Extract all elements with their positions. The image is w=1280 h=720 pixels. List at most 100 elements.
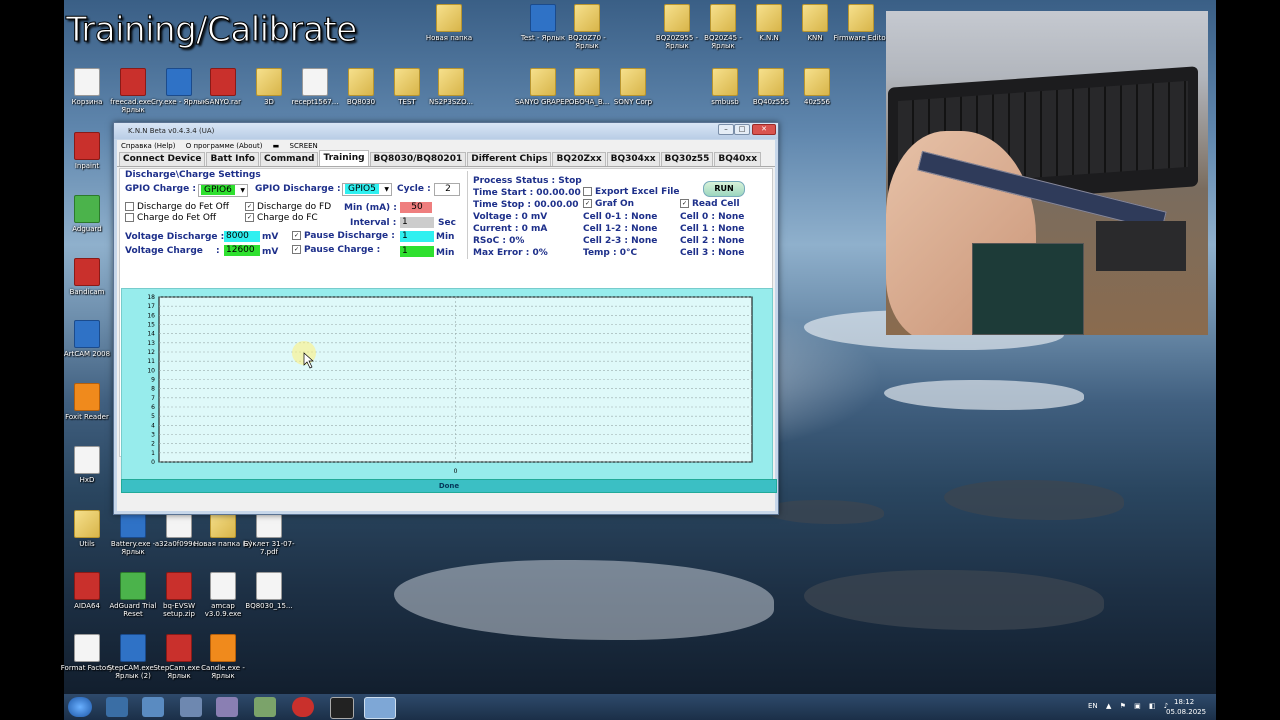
settings-title: Discharge\Charge Settings bbox=[125, 170, 261, 180]
export-excel-checkbox[interactable]: Export Excel File bbox=[583, 187, 680, 197]
taskbar-app-cube[interactable] bbox=[142, 697, 164, 717]
pause-charge-input[interactable]: 1 bbox=[400, 246, 434, 257]
desktop-icon[interactable]: Буклет 31-07-7.pdf bbox=[238, 510, 300, 556]
chevron-down-icon: ▼ bbox=[384, 186, 389, 193]
desktop-icon-label: Inpaint bbox=[74, 162, 100, 170]
tab-bq20zxx[interactable]: BQ20Zxx bbox=[552, 152, 606, 166]
close-button[interactable]: ✕ bbox=[752, 124, 776, 135]
rsoc-readout: RSoC : 0% bbox=[473, 236, 525, 246]
tab-connect-device[interactable]: Connect Device bbox=[119, 152, 206, 166]
start-button[interactable] bbox=[68, 697, 92, 717]
y-tick-label: 6 bbox=[151, 404, 155, 411]
y-tick-label: 5 bbox=[151, 413, 155, 420]
tab-bq30z55[interactable]: BQ30z55 bbox=[660, 152, 714, 166]
tab-bq8030[interactable]: BQ8030/BQ80201 bbox=[369, 152, 467, 166]
tab-bq304xx[interactable]: BQ304xx bbox=[606, 152, 660, 166]
app-icon bbox=[256, 572, 282, 600]
desktop-icon[interactable]: Bandicam bbox=[56, 258, 118, 296]
desktop-icon[interactable]: Candle.exe - Ярлык bbox=[192, 634, 254, 680]
maximize-button[interactable]: □ bbox=[734, 124, 750, 135]
minimize-button[interactable]: – bbox=[718, 124, 734, 135]
desktop-icon[interactable]: Firmware Editor bbox=[830, 4, 892, 42]
checkmark-icon: ✓ bbox=[292, 231, 301, 240]
tab-command[interactable]: Command bbox=[259, 152, 319, 166]
menu-help[interactable]: Справка (Help) bbox=[121, 142, 176, 150]
read-cell-checkbox[interactable]: ✓ Read Cell bbox=[680, 199, 740, 209]
desktop-icon[interactable]: Adguard bbox=[56, 195, 118, 233]
desktop-icon[interactable]: Foxit Reader bbox=[56, 383, 118, 421]
desktop-icon[interactable]: 40z556 bbox=[786, 68, 848, 106]
charge-fet-off-checkbox[interactable]: Charge do Fet Off bbox=[125, 213, 216, 223]
discharge-fet-off-checkbox[interactable]: Discharge do Fet Off bbox=[125, 202, 229, 212]
tab-different-chips[interactable]: Different Chips bbox=[467, 152, 552, 166]
pause-discharge-checkbox[interactable]: ✓ Pause Discharge : bbox=[292, 231, 395, 241]
desktop-icon[interactable]: NS2P3SZO... bbox=[420, 68, 482, 106]
menu-about[interactable]: О программе (About) bbox=[186, 142, 263, 150]
charge-fc-checkbox[interactable]: ✓ Charge do FC bbox=[245, 213, 318, 223]
pause-charge-checkbox[interactable]: ✓ Pause Charge : bbox=[292, 245, 380, 255]
desktop-icon[interactable]: Inpaint bbox=[56, 132, 118, 170]
battery-pack-image bbox=[972, 243, 1084, 335]
current-readout: Current : 0 mA bbox=[473, 224, 548, 234]
clock-time[interactable]: 18:12 bbox=[1174, 698, 1194, 706]
pause-charge-label: Pause Charge bbox=[304, 245, 374, 255]
menu-screen[interactable]: ▬ SCREEN bbox=[273, 142, 326, 150]
gpio-discharge-label: GPIO Discharge : bbox=[255, 184, 341, 194]
knn-window[interactable]: K.N.N Beta v0.4.3.4 (UA) – □ ✕ Справка (… bbox=[113, 122, 779, 515]
camera-icon: ▬ bbox=[272, 142, 282, 150]
desktop-icon[interactable]: HxD bbox=[56, 446, 118, 484]
desktop-icon[interactable]: BQ20Z70 - Ярлык bbox=[556, 4, 618, 50]
desktop-icon[interactable]: SONY Corp bbox=[602, 68, 664, 106]
desktop-icon-label: Буклет 31-07-7.pdf bbox=[243, 540, 295, 556]
interval-input[interactable]: 1 bbox=[400, 217, 434, 228]
taskbar-app-knn[interactable] bbox=[364, 697, 396, 719]
time-stop: Time Stop : 00.00.00 bbox=[473, 200, 579, 210]
separator bbox=[467, 171, 468, 259]
language-indicator[interactable]: EN bbox=[1088, 702, 1098, 710]
taskbar-app-brain[interactable] bbox=[216, 697, 238, 717]
discharge-fd-checkbox[interactable]: ✓ Discharge do FD bbox=[245, 202, 331, 212]
tray-icons[interactable]: ▲ ⚑ ▣ ◧ ♪ bbox=[1106, 702, 1171, 710]
pause-discharge-input[interactable]: 1 bbox=[400, 231, 434, 242]
cycle-input[interactable]: 2 bbox=[434, 183, 460, 196]
voltage-charge-input[interactable]: 12600 bbox=[224, 245, 260, 256]
run-button[interactable]: RUN bbox=[703, 181, 745, 197]
app-icon bbox=[302, 68, 328, 96]
tab-training[interactable]: Training bbox=[319, 150, 369, 166]
gpio-discharge-select[interactable]: GPIO5 ▼ bbox=[342, 183, 392, 196]
window-titlebar[interactable]: K.N.N Beta v0.4.3.4 (UA) – □ ✕ bbox=[114, 123, 778, 139]
cycle-label: Cycle : bbox=[397, 184, 431, 194]
checkmark-icon: ✓ bbox=[680, 199, 689, 208]
graf-on-checkbox[interactable]: ✓ Graf On bbox=[583, 199, 634, 209]
taskbar-app-edge[interactable] bbox=[106, 697, 128, 717]
folder-icon bbox=[394, 68, 420, 96]
voltage-charge-label: Voltage Charge bbox=[125, 246, 203, 256]
clock-date[interactable]: 05.08.2025 bbox=[1166, 708, 1206, 716]
app-icon bbox=[74, 132, 100, 160]
desktop-icon[interactable]: BQ8030_15... bbox=[238, 572, 300, 610]
gpio-charge-select[interactable]: GPIO6 ▼ bbox=[198, 184, 248, 197]
pause-charge-unit: Min bbox=[436, 248, 455, 258]
taskbar-app-recorder[interactable] bbox=[330, 697, 354, 719]
tab-batt-info[interactable]: Batt Info bbox=[206, 152, 259, 166]
y-tick-label: 16 bbox=[147, 312, 155, 319]
desktop-icon[interactable]: ArtCAM 2008 bbox=[56, 320, 118, 358]
min-ma-input[interactable]: 50 bbox=[400, 202, 432, 213]
desktop-icon-label: SONY Corp bbox=[613, 98, 653, 106]
desktop-icon[interactable]: Новая папка bbox=[418, 4, 480, 42]
checkbox-icon bbox=[125, 213, 134, 222]
discharge-fet-off-label: Discharge do Fet Off bbox=[137, 202, 229, 212]
folder-icon bbox=[574, 68, 600, 96]
y-tick-label: 18 bbox=[147, 294, 155, 301]
taskbar-app-opera[interactable] bbox=[292, 697, 314, 717]
tab-bq40xx[interactable]: BQ40xx bbox=[714, 152, 762, 166]
folder-icon bbox=[530, 68, 556, 96]
app-icon bbox=[166, 572, 192, 600]
desktop-icon-label: Foxit Reader bbox=[65, 413, 109, 421]
voltage-discharge-input[interactable]: 8000 bbox=[224, 231, 260, 242]
taskbar-app-notepad[interactable] bbox=[254, 697, 276, 717]
taskbar-app-document[interactable] bbox=[180, 697, 202, 717]
app-icon bbox=[166, 68, 192, 96]
cell12-readout: Cell 1-2 : None bbox=[583, 224, 658, 234]
cell3-readout: Cell 3 : None bbox=[680, 248, 745, 258]
